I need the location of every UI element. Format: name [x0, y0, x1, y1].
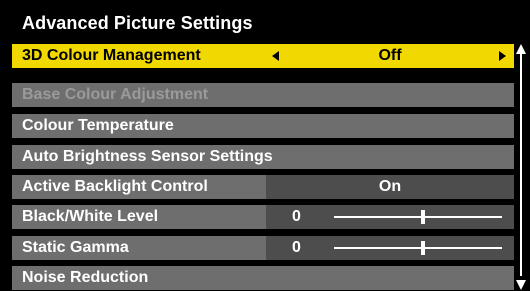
menu-item-label: Noise Reduction [22, 269, 149, 286]
menu-item-black-white-level[interactable]: Black/White Level 0 [12, 205, 514, 229]
value-selector[interactable]: Off [266, 44, 514, 68]
menu-item-label: Static Gamma [22, 239, 129, 256]
slider-field[interactable]: 0 [266, 205, 514, 229]
scroll-up-arrow-icon[interactable] [516, 44, 526, 54]
menu-item-label: Base Colour Adjustment [22, 86, 209, 103]
menu-item-auto-brightness-sensor-settings[interactable]: Auto Brightness Sensor Settings [12, 145, 514, 169]
slider-thumb[interactable] [421, 210, 426, 224]
slider-field[interactable]: 0 [266, 236, 514, 260]
menu-item-3d-colour-management[interactable]: 3D Colour Management Off [12, 44, 514, 68]
menu-item-active-backlight-control[interactable]: Active Backlight Control On [12, 175, 514, 199]
setting-value: On [378, 178, 402, 195]
menu-item-base-colour-adjustment: Base Colour Adjustment [12, 83, 514, 107]
slider-track[interactable] [334, 241, 502, 255]
scrollbar-track[interactable] [520, 54, 522, 276]
selector-value: Off [378, 47, 402, 64]
value-field[interactable]: On [266, 175, 514, 199]
scrollbar[interactable] [516, 44, 526, 290]
menu-title: Advanced Picture Settings [22, 13, 253, 33]
menu-item-label: Auto Brightness Sensor Settings [22, 148, 273, 165]
slider-track[interactable] [334, 210, 502, 224]
menu-item-static-gamma[interactable]: Static Gamma 0 [12, 236, 514, 260]
slider-value: 0 [292, 239, 301, 256]
menu-item-label: Colour Temperature [22, 117, 174, 134]
menu-item-noise-reduction[interactable]: Noise Reduction [12, 266, 514, 290]
menu-item-label: 3D Colour Management [22, 47, 201, 64]
menu-item-label: Black/White Level [22, 208, 159, 225]
right-arrow-icon[interactable] [499, 51, 506, 61]
advanced-picture-settings-panel: Advanced Picture Settings 3D Colour Mana… [0, 0, 530, 291]
menu-item-colour-temperature[interactable]: Colour Temperature [12, 114, 514, 138]
slider-thumb[interactable] [421, 241, 426, 255]
menu-item-label: Active Backlight Control [22, 178, 208, 195]
scroll-down-arrow-icon[interactable] [516, 280, 526, 290]
slider-value: 0 [292, 208, 301, 225]
